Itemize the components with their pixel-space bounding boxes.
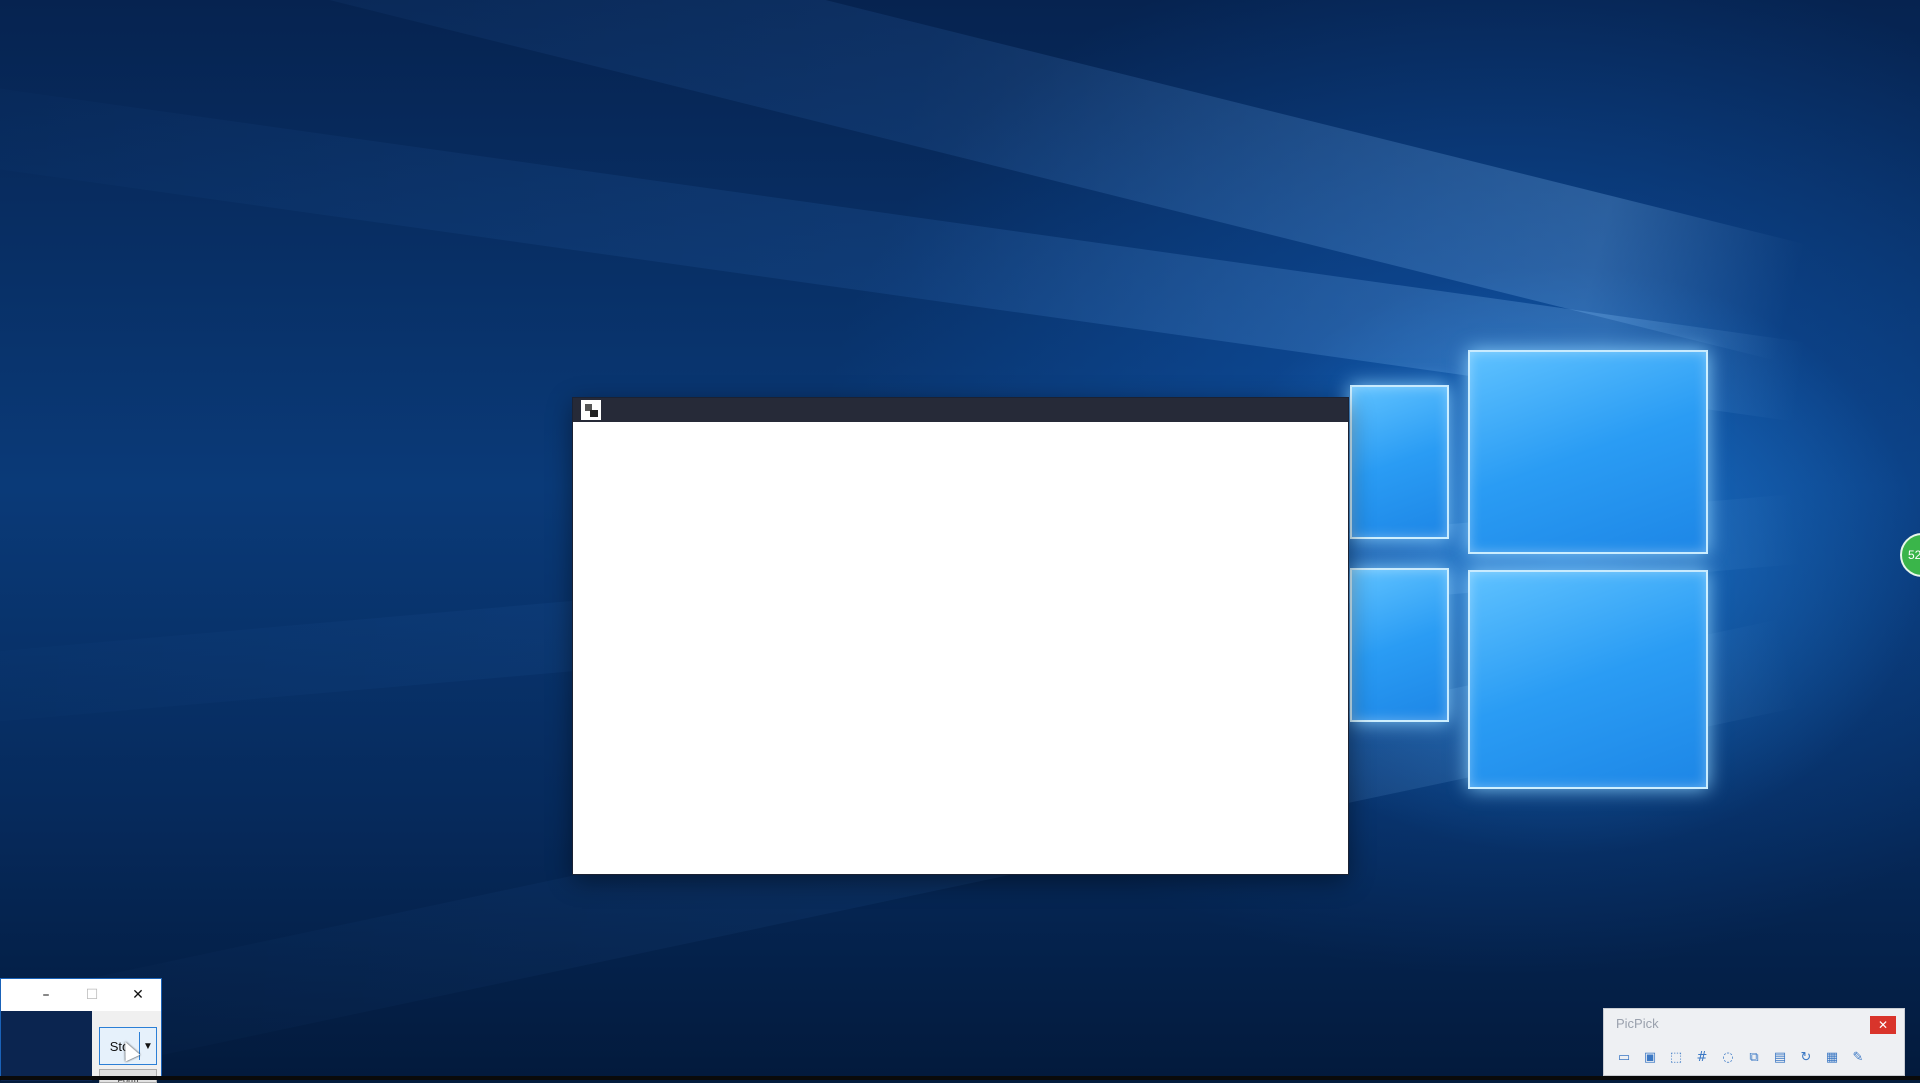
fullscreen-capture-icon[interactable]: ▭ [1614, 1047, 1634, 1067]
output-icon[interactable]: ▦ [1822, 1047, 1842, 1067]
window-client-area[interactable] [573, 422, 1348, 874]
freehand-capture-icon[interactable]: ◌ [1718, 1047, 1738, 1067]
logo-pane [1350, 385, 1449, 539]
picpick-tool-row: ▭ ▣ ⬚ # ◌ ⧉ ▤ ↻ ▦ ✎ [1614, 1047, 1868, 1067]
region-capture-icon[interactable]: ⬚ [1666, 1047, 1686, 1067]
logo-pane [1468, 350, 1708, 554]
window-capture-icon[interactable]: ▣ [1640, 1047, 1660, 1067]
fixed-region-icon[interactable]: ▤ [1770, 1047, 1790, 1067]
maximize-button[interactable]: ☐ [69, 979, 115, 1011]
minimize-button[interactable]: – [23, 979, 69, 1011]
window-client-area: Sto ▼ Form [1, 1011, 161, 1083]
taskbar-edge [0, 1076, 1920, 1080]
blank-app-window[interactable] [573, 398, 1348, 874]
chevron-down-icon[interactable]: ▼ [140, 1028, 156, 1064]
app-icon[interactable] [581, 400, 601, 420]
close-button[interactable]: ✕ [115, 979, 161, 1011]
picpick-toolbar[interactable]: PicPick ✕ ▭ ▣ ⬚ # ◌ ⧉ ▤ ↻ ▦ ✎ [1603, 1008, 1905, 1076]
picpick-title: PicPick [1616, 1016, 1659, 1031]
client-panel [1, 1011, 92, 1081]
window-titlebar[interactable] [573, 398, 1348, 422]
windows-logo [1300, 340, 1720, 790]
repeat-capture-icon[interactable]: ↻ [1796, 1047, 1816, 1067]
logo-pane [1468, 570, 1708, 789]
logo-pane [1350, 568, 1449, 722]
scroll-capture-icon[interactable]: ⧉ [1744, 1047, 1764, 1067]
close-button[interactable]: ✕ [1870, 1016, 1896, 1034]
small-app-window[interactable]: – ☐ ✕ Sto ▼ Form [0, 978, 162, 1083]
window-titlebar[interactable]: – ☐ ✕ [1, 979, 161, 1011]
grid-capture-icon[interactable]: # [1692, 1047, 1712, 1067]
tools-icon[interactable]: ✎ [1848, 1047, 1868, 1067]
